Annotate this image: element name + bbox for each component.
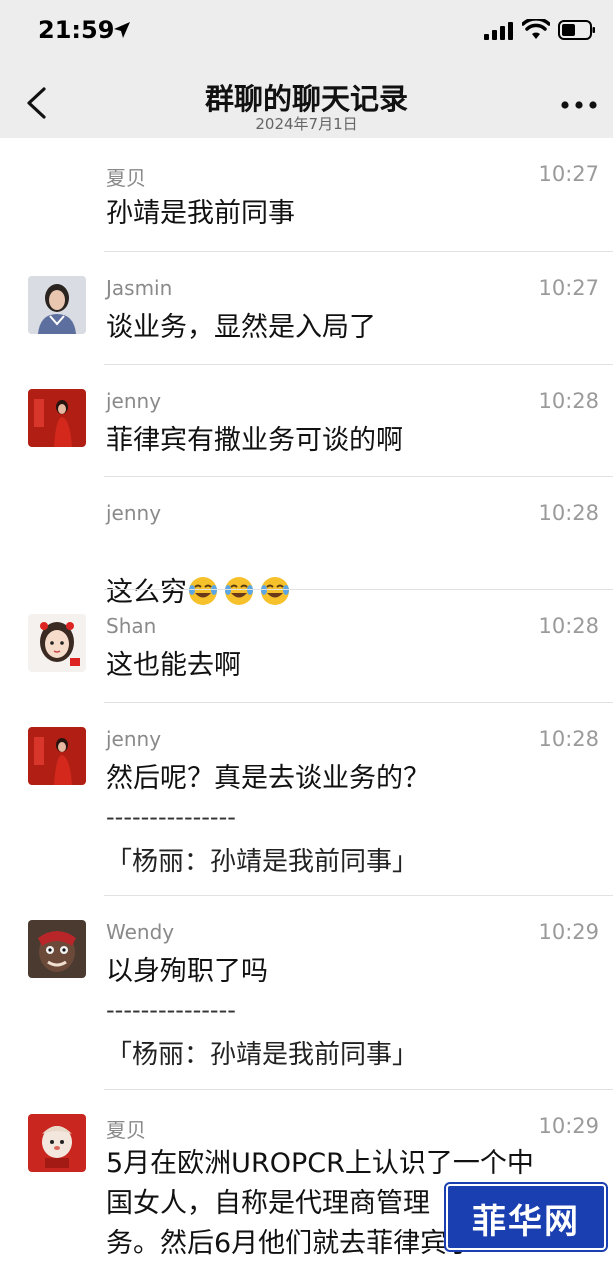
avatar[interactable]	[28, 1114, 86, 1172]
message-text: 菲律宾有撒业务可谈的啊	[106, 425, 403, 456]
message-time: 10:28	[538, 727, 599, 751]
message-time: 10:28	[538, 389, 599, 413]
more-dots-icon[interactable]	[560, 100, 598, 110]
avatar[interactable]	[28, 389, 86, 447]
watermark-text: 菲华网	[472, 1202, 580, 1242]
list-item[interactable]: Wendy 10:29 以身殉职了吗 --------------- 「杨丽：孙…	[0, 896, 613, 1090]
quoted-message: 「杨丽：孙靖是我前同事」	[106, 847, 419, 877]
navigation-bar: 群聊的聊天记录 2024年7月1日	[0, 64, 613, 138]
sender-name: Wendy	[106, 920, 175, 944]
list-item[interactable]: Shan 10:28 这也能去啊	[0, 590, 613, 703]
status-time: 21:59	[38, 16, 115, 44]
message-time: 10:27	[538, 276, 599, 300]
message-text: 然后呢？真是去谈业务的？	[106, 763, 430, 794]
battery-icon	[558, 20, 595, 40]
message-time: 10:27	[538, 162, 599, 186]
wifi-icon	[522, 19, 550, 39]
avatar[interactable]	[28, 276, 86, 334]
status-bar: 21:59	[0, 0, 613, 64]
avatar[interactable]	[28, 614, 86, 672]
list-item[interactable]: jenny 10:28 这么穷	[0, 477, 613, 608]
list-item[interactable]: jenny 10:28 菲律宾有撒业务可谈的啊	[0, 365, 613, 477]
sender-name: jenny	[106, 389, 162, 413]
watermark-logo: 菲华网	[446, 1184, 606, 1250]
sender-name: Shan	[106, 614, 157, 638]
sender-name: Jasmin	[106, 276, 173, 300]
sender-name: 夏贝	[106, 166, 146, 190]
message-time: 10:28	[538, 501, 599, 525]
cellular-signal-icon	[484, 22, 513, 40]
message-text: 以身殉职了吗	[106, 956, 268, 987]
avatar[interactable]	[28, 920, 86, 978]
quote-separator: ---------------	[106, 996, 236, 1024]
sender-name: jenny	[106, 727, 162, 751]
message-text: 孙靖是我前同事	[106, 198, 295, 229]
list-item[interactable]: jenny 10:28 然后呢？真是去谈业务的？ ---------------…	[0, 703, 613, 896]
message-text: 这也能去啊	[106, 650, 241, 681]
quoted-message: 「杨丽：孙靖是我前同事」	[106, 1040, 419, 1070]
message-time: 10:28	[538, 614, 599, 638]
list-item[interactable]: Jasmin 10:27 谈业务，显然是入局了	[0, 252, 613, 365]
message-time: 10:29	[538, 920, 599, 944]
message-time: 10:29	[538, 1114, 599, 1138]
page-title: 群聊的聊天记录	[204, 82, 408, 116]
message-text: 谈业务，显然是入局了	[106, 312, 376, 343]
quote-separator: ---------------	[106, 803, 236, 831]
page-subtitle-date: 2024年7月1日	[255, 115, 358, 133]
avatar[interactable]	[28, 727, 86, 785]
sender-name: jenny	[106, 501, 162, 525]
list-item[interactable]: 夏贝 10:27 孙靖是我前同事	[0, 138, 613, 252]
location-arrow-icon	[114, 22, 130, 38]
sender-name: 夏贝	[106, 1118, 146, 1142]
